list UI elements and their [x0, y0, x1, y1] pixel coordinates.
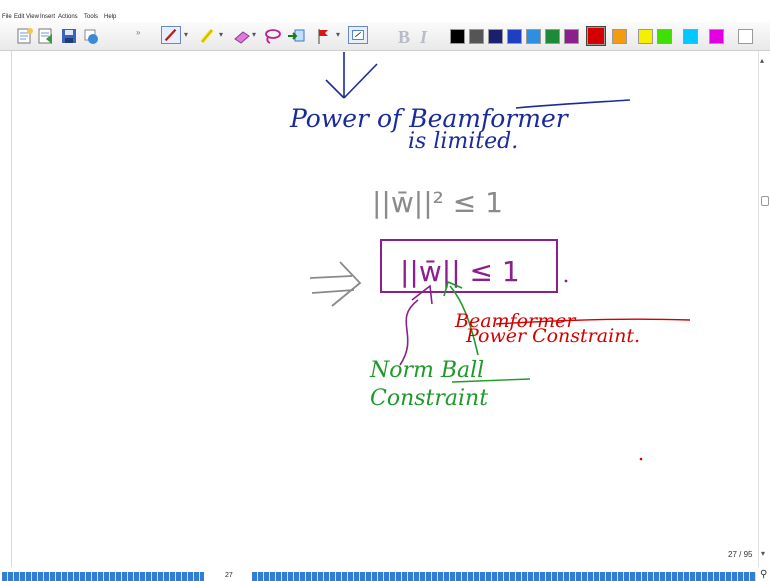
page-indicator: 27 / 95	[728, 550, 753, 559]
ink-layer: Power of Beamformer is limited. ||w̄||² …	[289, 52, 691, 461]
ink-constraint-green: Constraint	[370, 386, 488, 411]
page-thumbnail-strip-right[interactable]	[252, 572, 756, 581]
implies-arrow-icon	[309, 261, 362, 307]
page-thumbnail-strip-left[interactable]	[2, 572, 204, 581]
ink-is-limited: is limited.	[408, 129, 518, 154]
ink-norm-ball-green: Norm Ball	[369, 358, 484, 383]
zoom-icon[interactable]: ⚲	[760, 569, 767, 580]
ink-eq-norm: ||w̄|| ≤ 1	[400, 255, 520, 288]
ink-power-constraint-red: Power Constraint.	[465, 325, 640, 347]
bottom-page-number: 27	[225, 572, 233, 579]
arrow-down-icon	[325, 52, 378, 99]
scroll-down-icon[interactable]: ▾	[761, 549, 765, 558]
ink-eq-norm-squared: ||w̄||² ≤ 1	[372, 186, 503, 219]
